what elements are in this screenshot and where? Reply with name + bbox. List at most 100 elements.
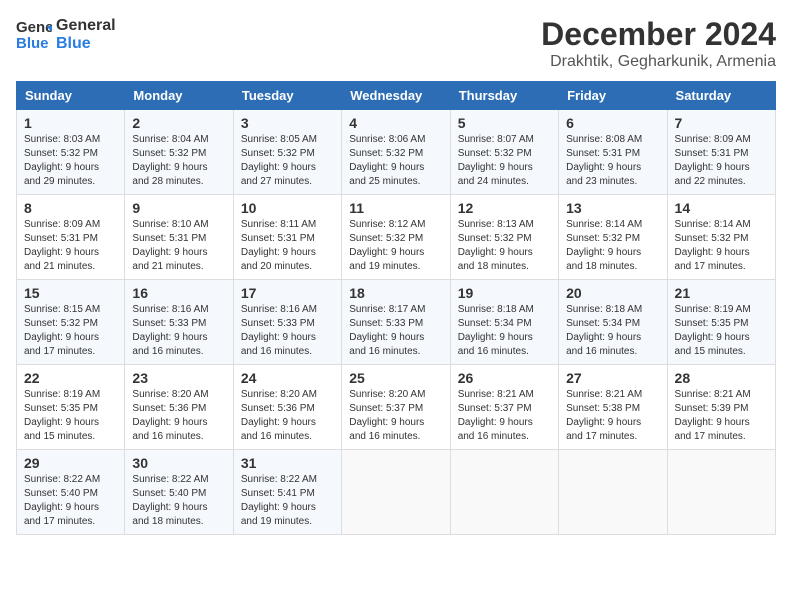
day-number: 10 [241, 200, 334, 216]
day-info: Sunrise: 8:14 AMSunset: 5:32 PMDaylight:… [675, 219, 751, 272]
calendar-cell: 16 Sunrise: 8:16 AMSunset: 5:33 PMDaylig… [125, 280, 233, 365]
header-sunday: Sunday [17, 82, 125, 110]
logo-general: General [56, 17, 116, 35]
day-info: Sunrise: 8:18 AMSunset: 5:34 PMDaylight:… [566, 304, 642, 357]
day-number: 13 [566, 200, 659, 216]
day-number: 7 [675, 115, 768, 131]
day-info: Sunrise: 8:21 AMSunset: 5:39 PMDaylight:… [675, 389, 751, 442]
day-info: Sunrise: 8:20 AMSunset: 5:36 PMDaylight:… [132, 389, 208, 442]
day-info: Sunrise: 8:12 AMSunset: 5:32 PMDaylight:… [349, 219, 425, 272]
calendar-cell: 3 Sunrise: 8:05 AMSunset: 5:32 PMDayligh… [233, 110, 341, 195]
day-number: 11 [349, 200, 442, 216]
day-info: Sunrise: 8:06 AMSunset: 5:32 PMDaylight:… [349, 134, 425, 187]
logo-icon: General Blue [16, 16, 52, 52]
day-number: 15 [24, 285, 117, 301]
day-number: 20 [566, 285, 659, 301]
day-number: 3 [241, 115, 334, 131]
calendar-cell: 21 Sunrise: 8:19 AMSunset: 5:35 PMDaylig… [667, 280, 775, 365]
svg-text:Blue: Blue [16, 35, 49, 52]
day-number: 27 [566, 370, 659, 386]
calendar-week-1: 1 Sunrise: 8:03 AMSunset: 5:32 PMDayligh… [17, 110, 776, 195]
day-number: 4 [349, 115, 442, 131]
day-number: 8 [24, 200, 117, 216]
calendar-cell: 18 Sunrise: 8:17 AMSunset: 5:33 PMDaylig… [342, 280, 450, 365]
header-tuesday: Tuesday [233, 82, 341, 110]
day-info: Sunrise: 8:18 AMSunset: 5:34 PMDaylight:… [458, 304, 534, 357]
logo-text: General Blue [56, 17, 116, 52]
calendar-week-5: 29 Sunrise: 8:22 AMSunset: 5:40 PMDaylig… [17, 450, 776, 535]
calendar-cell: 30 Sunrise: 8:22 AMSunset: 5:40 PMDaylig… [125, 450, 233, 535]
day-info: Sunrise: 8:07 AMSunset: 5:32 PMDaylight:… [458, 134, 534, 187]
day-number: 19 [458, 285, 551, 301]
day-number: 2 [132, 115, 225, 131]
day-info: Sunrise: 8:15 AMSunset: 5:32 PMDaylight:… [24, 304, 100, 357]
calendar-cell: 9 Sunrise: 8:10 AMSunset: 5:31 PMDayligh… [125, 195, 233, 280]
day-number: 21 [675, 285, 768, 301]
day-number: 28 [675, 370, 768, 386]
calendar-cell: 26 Sunrise: 8:21 AMSunset: 5:37 PMDaylig… [450, 365, 558, 450]
calendar-cell [342, 450, 450, 535]
day-number: 14 [675, 200, 768, 216]
header-wednesday: Wednesday [342, 82, 450, 110]
header-monday: Monday [125, 82, 233, 110]
day-number: 5 [458, 115, 551, 131]
logo-blue: Blue [56, 35, 116, 53]
header-saturday: Saturday [667, 82, 775, 110]
calendar-week-2: 8 Sunrise: 8:09 AMSunset: 5:31 PMDayligh… [17, 195, 776, 280]
calendar-week-3: 15 Sunrise: 8:15 AMSunset: 5:32 PMDaylig… [17, 280, 776, 365]
day-number: 23 [132, 370, 225, 386]
calendar-cell: 24 Sunrise: 8:20 AMSunset: 5:36 PMDaylig… [233, 365, 341, 450]
header-thursday: Thursday [450, 82, 558, 110]
calendar-cell: 25 Sunrise: 8:20 AMSunset: 5:37 PMDaylig… [342, 365, 450, 450]
day-info: Sunrise: 8:08 AMSunset: 5:31 PMDaylight:… [566, 134, 642, 187]
day-info: Sunrise: 8:13 AMSunset: 5:32 PMDaylight:… [458, 219, 534, 272]
calendar-cell: 23 Sunrise: 8:20 AMSunset: 5:36 PMDaylig… [125, 365, 233, 450]
calendar-cell: 14 Sunrise: 8:14 AMSunset: 5:32 PMDaylig… [667, 195, 775, 280]
header-friday: Friday [559, 82, 667, 110]
day-number: 9 [132, 200, 225, 216]
day-info: Sunrise: 8:22 AMSunset: 5:40 PMDaylight:… [132, 474, 208, 527]
calendar-cell: 7 Sunrise: 8:09 AMSunset: 5:31 PMDayligh… [667, 110, 775, 195]
calendar-cell: 13 Sunrise: 8:14 AMSunset: 5:32 PMDaylig… [559, 195, 667, 280]
day-number: 17 [241, 285, 334, 301]
day-info: Sunrise: 8:04 AMSunset: 5:32 PMDaylight:… [132, 134, 208, 187]
logo: General Blue General Blue [16, 16, 116, 54]
calendar-cell: 17 Sunrise: 8:16 AMSunset: 5:33 PMDaylig… [233, 280, 341, 365]
day-info: Sunrise: 8:21 AMSunset: 5:37 PMDaylight:… [458, 389, 534, 442]
day-info: Sunrise: 8:22 AMSunset: 5:41 PMDaylight:… [241, 474, 317, 527]
day-number: 18 [349, 285, 442, 301]
day-number: 22 [24, 370, 117, 386]
day-info: Sunrise: 8:03 AMSunset: 5:32 PMDaylight:… [24, 134, 100, 187]
day-number: 6 [566, 115, 659, 131]
calendar-cell: 8 Sunrise: 8:09 AMSunset: 5:31 PMDayligh… [17, 195, 125, 280]
calendar-body: 1 Sunrise: 8:03 AMSunset: 5:32 PMDayligh… [17, 110, 776, 535]
header-row: Sunday Monday Tuesday Wednesday Thursday… [17, 82, 776, 110]
calendar-cell: 20 Sunrise: 8:18 AMSunset: 5:34 PMDaylig… [559, 280, 667, 365]
day-info: Sunrise: 8:19 AMSunset: 5:35 PMDaylight:… [675, 304, 751, 357]
day-number: 26 [458, 370, 551, 386]
day-number: 29 [24, 455, 117, 471]
day-number: 31 [241, 455, 334, 471]
day-info: Sunrise: 8:20 AMSunset: 5:37 PMDaylight:… [349, 389, 425, 442]
calendar-cell: 2 Sunrise: 8:04 AMSunset: 5:32 PMDayligh… [125, 110, 233, 195]
day-number: 24 [241, 370, 334, 386]
day-info: Sunrise: 8:20 AMSunset: 5:36 PMDaylight:… [241, 389, 317, 442]
day-number: 12 [458, 200, 551, 216]
day-info: Sunrise: 8:05 AMSunset: 5:32 PMDaylight:… [241, 134, 317, 187]
day-info: Sunrise: 8:16 AMSunset: 5:33 PMDaylight:… [241, 304, 317, 357]
month-title: December 2024 [541, 16, 776, 53]
calendar-cell: 22 Sunrise: 8:19 AMSunset: 5:35 PMDaylig… [17, 365, 125, 450]
calendar-cell [667, 450, 775, 535]
day-info: Sunrise: 8:17 AMSunset: 5:33 PMDaylight:… [349, 304, 425, 357]
day-number: 1 [24, 115, 117, 131]
calendar-cell: 4 Sunrise: 8:06 AMSunset: 5:32 PMDayligh… [342, 110, 450, 195]
day-info: Sunrise: 8:10 AMSunset: 5:31 PMDaylight:… [132, 219, 208, 272]
calendar-cell: 28 Sunrise: 8:21 AMSunset: 5:39 PMDaylig… [667, 365, 775, 450]
calendar-cell: 10 Sunrise: 8:11 AMSunset: 5:31 PMDaylig… [233, 195, 341, 280]
calendar-cell: 31 Sunrise: 8:22 AMSunset: 5:41 PMDaylig… [233, 450, 341, 535]
day-info: Sunrise: 8:19 AMSunset: 5:35 PMDaylight:… [24, 389, 100, 442]
calendar-cell: 15 Sunrise: 8:15 AMSunset: 5:32 PMDaylig… [17, 280, 125, 365]
day-info: Sunrise: 8:09 AMSunset: 5:31 PMDaylight:… [675, 134, 751, 187]
svg-text:General: General [16, 19, 52, 36]
calendar-cell: 19 Sunrise: 8:18 AMSunset: 5:34 PMDaylig… [450, 280, 558, 365]
